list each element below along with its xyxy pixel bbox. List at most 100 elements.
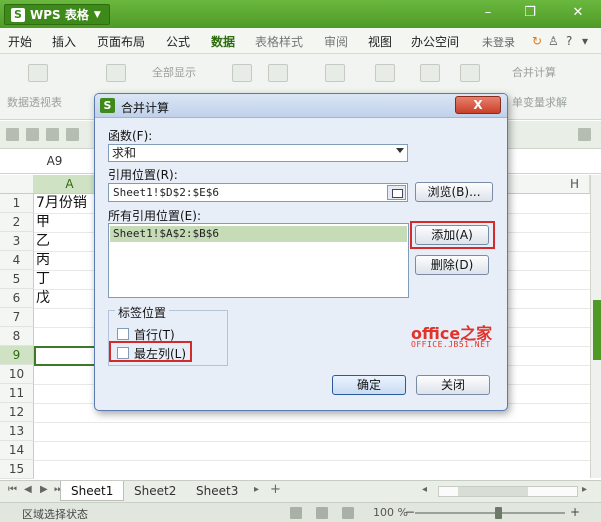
merge-calc-label[interactable]: 合并计算 (512, 64, 556, 80)
all-references-label: 所有引用位置(E): (108, 209, 201, 223)
page-break-view-icon[interactable] (316, 507, 328, 519)
prev-sheet-icon[interactable]: ◀ (24, 484, 32, 495)
help-icon[interactable]: ? (566, 34, 572, 48)
chevron-down-icon (396, 148, 404, 153)
cell-a4[interactable]: 丙 (35, 251, 50, 270)
row-header[interactable]: 4 (0, 251, 34, 270)
menu-home[interactable]: 开始 (8, 33, 32, 50)
login-link[interactable]: 未登录 (482, 34, 515, 50)
dialog-title: 合并计算 (121, 101, 170, 115)
group-icon[interactable] (460, 64, 480, 82)
open-icon[interactable] (26, 128, 39, 141)
select-all-corner[interactable] (0, 175, 34, 194)
cell-a2[interactable]: 甲 (35, 213, 50, 232)
dialog-title-bar[interactable]: S 合并计算 X (95, 94, 507, 118)
row-header[interactable]: 7 (0, 308, 34, 327)
grid-line (34, 460, 590, 461)
reference-input[interactable]: Sheet1!$D$2:$E$6 (108, 183, 408, 202)
ok-button[interactable]: 确定 (332, 375, 406, 395)
zoom-in-icon[interactable]: + (570, 505, 580, 519)
goal-seek-label[interactable]: 单变量求解 (512, 94, 567, 110)
function-value: 求和 (112, 146, 137, 160)
row-header[interactable]: 10 (0, 365, 34, 384)
first-sheet-icon[interactable]: ⏮ (8, 484, 17, 495)
chevron-down-icon[interactable]: ▾ (582, 34, 588, 48)
menu-data[interactable]: 数据 (211, 33, 235, 50)
menu-review[interactable]: 审阅 (324, 33, 348, 50)
app-title: WPS 表格 (30, 8, 89, 22)
split-icon[interactable] (420, 64, 440, 82)
close-window-button[interactable]: ✕ (566, 4, 590, 22)
function-select[interactable]: 求和 (108, 144, 408, 162)
function-label: 函数(F): (108, 129, 153, 143)
zoom-slider-thumb[interactable] (495, 507, 502, 519)
cell-a6[interactable]: 戊 (35, 289, 50, 308)
pivot-table-icon[interactable] (28, 64, 48, 82)
wps-logo-icon: S (11, 7, 25, 22)
cell-a1[interactable]: 7月份销 (35, 194, 87, 213)
row-header[interactable]: 3 (0, 232, 34, 251)
column-header-h[interactable]: H (560, 175, 590, 194)
sort-asc-icon[interactable] (232, 64, 252, 82)
menu-insert[interactable]: 插入 (52, 33, 76, 50)
validity-icon[interactable] (375, 64, 395, 82)
zoom-slider[interactable] (415, 512, 565, 514)
row-header[interactable]: 2 (0, 213, 34, 232)
show-all-label[interactable]: 全部显示 (152, 64, 196, 80)
first-row-checkbox[interactable] (117, 328, 129, 340)
row-header[interactable]: 1 (0, 194, 34, 213)
filter-icon[interactable] (106, 64, 126, 82)
row-header[interactable]: 5 (0, 270, 34, 289)
sheet-tab-sheet2[interactable]: Sheet2 (124, 481, 186, 501)
pivot-table-label[interactable]: 数据透视表 (7, 94, 62, 110)
row-header[interactable]: 11 (0, 384, 34, 403)
highlight-duplicates-icon[interactable] (325, 64, 345, 82)
add-sheet-icon[interactable]: + (270, 482, 281, 497)
menu-office-space[interactable]: 办公空间 (411, 33, 459, 50)
next-arrow-icon[interactable]: ▸ (254, 484, 259, 495)
zoom-out-icon[interactable]: − (405, 505, 415, 519)
row-header[interactable]: 8 (0, 327, 34, 346)
row-header-selected[interactable]: 9 (0, 346, 34, 365)
cell-a5[interactable]: 丁 (35, 270, 50, 289)
row-header[interactable]: 14 (0, 441, 34, 460)
normal-view-icon[interactable] (290, 507, 302, 519)
close-button[interactable]: 关闭 (416, 375, 490, 395)
sheet-tab-sheet3[interactable]: Sheet3 (186, 481, 248, 501)
restore-button[interactable]: ❐ (518, 4, 542, 22)
side-panel-tab[interactable] (593, 300, 601, 360)
consolidate-dialog: S 合并计算 X 函数(F): 求和 引用位置(R): Sheet1!$D$2:… (94, 93, 508, 411)
menu-page-layout[interactable]: 页面布局 (97, 33, 145, 50)
menu-view[interactable]: 视图 (368, 33, 392, 50)
page-layout-icon[interactable] (342, 507, 354, 519)
next-sheet-icon[interactable]: ▶ (40, 484, 48, 495)
toolbar-options-icon[interactable] (578, 128, 591, 141)
minimize-button[interactable]: – (476, 4, 500, 22)
scroll-left-icon[interactable]: ◂ (422, 484, 427, 495)
row-header[interactable]: 13 (0, 422, 34, 441)
cell-a3[interactable]: 乙 (35, 232, 50, 251)
new-icon[interactable] (6, 128, 19, 141)
wps-logo-icon: S (100, 98, 115, 113)
dialog-close-button[interactable]: X (455, 96, 501, 114)
print-icon[interactable] (66, 128, 79, 141)
row-header[interactable]: 6 (0, 289, 34, 308)
all-references-list[interactable]: Sheet1!$A$2:$B$6 (108, 223, 409, 298)
list-item[interactable]: Sheet1!$A$2:$B$6 (110, 226, 407, 242)
sheet-tab-sheet1[interactable]: Sheet1 (60, 481, 125, 501)
menu-table-style[interactable]: 表格样式 (255, 33, 303, 50)
menu-formula[interactable]: 公式 (166, 33, 190, 50)
sort-desc-icon[interactable] (268, 64, 288, 82)
collapse-dialog-icon[interactable] (387, 185, 406, 200)
shirt-icon[interactable]: ♙ (548, 34, 559, 48)
zoom-level[interactable]: 100 % (373, 506, 408, 519)
browse-button[interactable]: 浏览(B)... (415, 182, 493, 202)
refresh-icon[interactable]: ↻ (532, 34, 542, 48)
save-icon[interactable] (46, 128, 59, 141)
row-header[interactable]: 15 (0, 460, 34, 479)
app-menu-button[interactable]: S WPS 表格 ▼ (4, 4, 110, 25)
scroll-right-icon[interactable]: ▸ (582, 484, 587, 495)
row-header[interactable]: 12 (0, 403, 34, 422)
horizontal-scroll-thumb[interactable] (458, 487, 528, 496)
delete-button[interactable]: 删除(D) (415, 255, 489, 275)
